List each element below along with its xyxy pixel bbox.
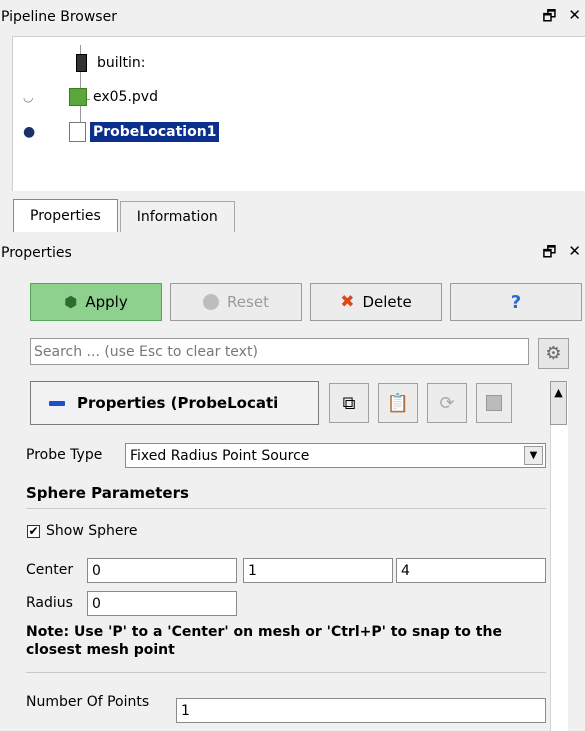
number-of-points-field[interactable]: 1 [176,698,546,723]
action-buttons: ⬢ Apply Reset ✖ Delete ? [30,283,582,321]
refresh-icon: ⟳ [439,392,455,414]
probe-type-label: Probe Type [26,447,103,463]
apply-button[interactable]: ⬢ Apply [30,283,162,321]
delete-button[interactable]: ✖ Delete [310,283,442,321]
computer-icon [76,54,87,72]
pipeline-item-probelocation1[interactable]: ● ProbeLocation1 [23,119,283,145]
properties-scrollbar[interactable] [550,381,568,731]
pipeline-item-builtin[interactable]: builtin: [76,50,146,76]
center-z-field[interactable]: 4 [396,558,546,583]
probe-type-select[interactable]: Fixed Radius Point Source ▼ [125,443,546,468]
pipeline-item-label: builtin: [97,55,146,71]
show-sphere-label: Show Sphere [46,523,138,539]
gear-icon[interactable]: ⚙ [538,338,569,369]
reset-button[interactable]: Reset [170,283,302,321]
paste-button[interactable]: 📋 [378,383,418,423]
close-icon[interactable]: ✕ [568,242,581,267]
show-sphere-row: ✔ Show Sphere [27,523,138,539]
radius-field[interactable]: 0 [87,591,237,616]
snap-note: Note: Use 'P' to a 'Center' on mesh or '… [26,624,502,658]
radius-label: Radius [26,595,73,611]
properties-section-header[interactable]: Properties (ProbeLocati [30,381,319,425]
delete-label: Delete [362,293,412,311]
copy-button[interactable]: ⧉ [329,383,369,423]
number-of-points-value: 1 [181,702,190,719]
pipeline-tree[interactable]: builtin: ◡ ex05.pvd ● ProbeLocation1 [12,36,585,191]
tab-label: Information [136,209,218,225]
apply-icon: ⬢ [64,293,78,311]
probe-type-value: Fixed Radius Point Source [130,447,310,464]
center-x-value: 0 [92,562,101,579]
help-button[interactable]: ? [450,283,582,321]
pipeline-browser-titlebar: Pipeline Browser 🗗 ✕ [0,0,585,36]
sphere-parameters-heading: Sphere Parameters [26,484,189,502]
reset-icon [203,294,220,310]
search-placeholder: Search ... (use Esc to clear text) [34,343,258,360]
table-icon [69,122,86,142]
eye-open-icon[interactable]: ● [23,124,39,140]
paste-icon: 📋 [386,392,410,414]
radius-value: 0 [92,595,101,612]
tabs: Properties Information [13,199,235,232]
reset-label: Reset [227,293,269,311]
divider [26,672,546,673]
save-button[interactable] [476,383,512,423]
tab-properties[interactable]: Properties [13,199,118,232]
close-icon[interactable]: ✕ [568,6,581,31]
restore-icon[interactable]: 🗗 [542,242,556,267]
center-label: Center [26,562,74,578]
center-z-value: 4 [401,562,410,579]
restore-icon[interactable]: 🗗 [542,6,556,31]
eye-closed-icon[interactable]: ◡ [23,90,37,104]
tab-information[interactable]: Information [119,201,235,232]
pipeline-item-label: ex05.pvd [93,89,158,105]
cube-icon [69,88,87,106]
section-toolbar: ⧉ 📋 ⟳ [329,383,512,423]
properties-title: Properties [1,245,72,261]
save-icon [486,395,502,411]
section-title: Properties (ProbeLocati [77,394,279,412]
properties-titlebar: Properties 🗗 ✕ [0,236,585,272]
show-sphere-checkbox[interactable]: ✔ [27,524,40,538]
apply-label: Apply [85,293,128,311]
help-icon: ? [510,291,522,313]
chevron-down-icon[interactable]: ▼ [524,446,543,465]
tab-label: Properties [30,208,101,224]
center-y-field[interactable]: 1 [243,558,393,583]
scroll-up-button[interactable]: ▲ [550,381,567,425]
center-x-field[interactable]: 0 [87,558,237,583]
number-of-points-label: Number Of Points [26,694,150,710]
pipeline-item-ex05[interactable]: ◡ ex05.pvd [23,84,283,110]
search-input[interactable]: Search ... (use Esc to clear text) [30,338,529,365]
divider [26,508,546,509]
refresh-button[interactable]: ⟳ [427,383,467,423]
copy-icon: ⧉ [342,392,356,414]
pipeline-browser-title: Pipeline Browser [1,9,117,25]
collapse-icon [49,400,65,406]
delete-x-icon: ✖ [340,292,355,312]
pipeline-item-label: ProbeLocation1 [88,121,221,143]
center-y-value: 1 [248,562,257,579]
